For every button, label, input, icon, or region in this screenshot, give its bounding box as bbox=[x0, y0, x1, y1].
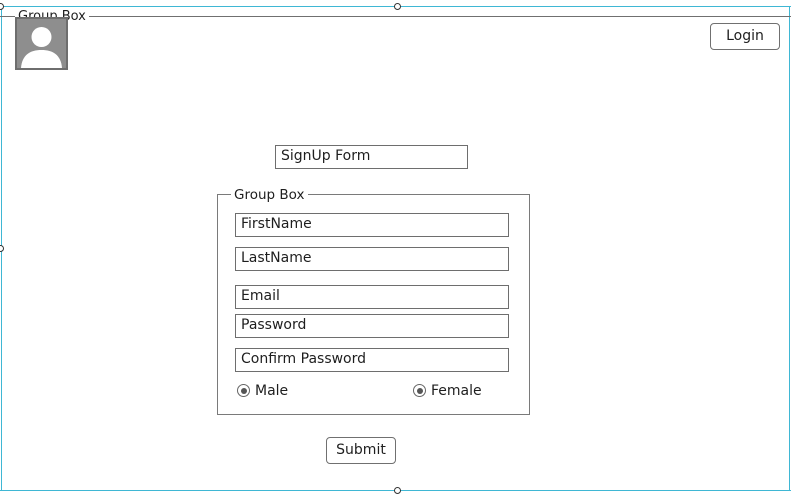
avatar bbox=[15, 17, 68, 70]
signup-title-box[interactable]: SignUp Form bbox=[275, 145, 468, 169]
first-name-field[interactable]: FirstName bbox=[235, 213, 509, 237]
last-name-field[interactable]: LastName bbox=[235, 247, 509, 271]
signup-group-header: Group Box bbox=[231, 186, 308, 204]
female-radio-label[interactable]: Female bbox=[431, 382, 482, 400]
confirm-password-field[interactable]: Confirm Password bbox=[235, 348, 509, 372]
resize-handle-top[interactable] bbox=[394, 3, 401, 10]
male-radio-label[interactable]: Male bbox=[255, 382, 288, 400]
resize-handle-topleft[interactable] bbox=[0, 3, 4, 10]
submit-button[interactable]: Submit bbox=[326, 437, 396, 464]
password-field[interactable]: Password bbox=[235, 314, 509, 338]
user-silhouette-icon bbox=[21, 27, 62, 68]
male-radio[interactable] bbox=[237, 384, 250, 397]
email-field[interactable]: Email bbox=[235, 285, 509, 309]
female-radio[interactable] bbox=[413, 384, 426, 397]
login-button[interactable]: Login bbox=[710, 23, 780, 50]
